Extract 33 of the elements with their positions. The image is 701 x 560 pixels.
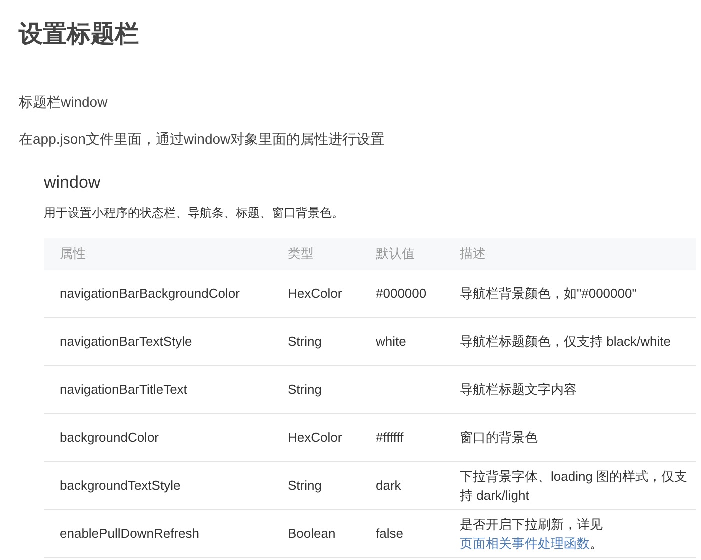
table-cell: 是否开启下拉刷新，详见 页面相关事件处理函数。 [444, 510, 696, 558]
table-cell: navigationBarBackgroundColor [44, 270, 272, 318]
table-cell: HexColor [272, 414, 360, 462]
column-header: 默认值 [360, 238, 444, 270]
column-header: 类型 [272, 238, 360, 270]
paragraph: 在app.json文件里面，通过window对象里面的属性进行设置 [19, 130, 386, 149]
column-header: 属性 [44, 238, 272, 270]
link[interactable]: 页面相关事件处理函数 [460, 536, 590, 550]
table-cell: HexColor [272, 270, 360, 318]
table-cell: String [272, 462, 360, 510]
table-cell: String [272, 366, 360, 414]
table-cell: backgroundColor [44, 414, 272, 462]
page-title: 设置标题栏 [19, 20, 140, 50]
paragraph: 标题栏window [19, 93, 109, 112]
table-cell: 导航栏背景颜色，如"#000000" [444, 270, 696, 318]
column-header: 描述 [444, 238, 696, 270]
table-cell: #ffffff [360, 414, 444, 462]
table-cell: enablePullDownRefresh [44, 510, 272, 558]
table-cell: Boolean [272, 510, 360, 558]
table-cell: 导航栏标题文字内容 [444, 366, 696, 414]
section-heading: window [44, 173, 102, 193]
table-cell: backgroundTextStyle [44, 462, 272, 510]
table-cell: 下拉背景字体、loading 图的样式，仅支持 dark/light [444, 462, 696, 510]
table-cell: dark [360, 462, 444, 510]
table-cell: 导航栏标题颜色，仅支持 black/white [444, 318, 696, 366]
table-cell: false [360, 510, 444, 558]
table-cell: 窗口的背景色 [444, 414, 696, 462]
table-cell: white [360, 318, 444, 366]
table-cell: navigationBarTextStyle [44, 318, 272, 366]
table-cell: navigationBarTitleText [44, 366, 272, 414]
table-cell: String [272, 318, 360, 366]
table-cell: #000000 [360, 270, 444, 318]
section-description: 用于设置小程序的状态栏、导航条、标题、窗口背景色。 [44, 205, 345, 222]
